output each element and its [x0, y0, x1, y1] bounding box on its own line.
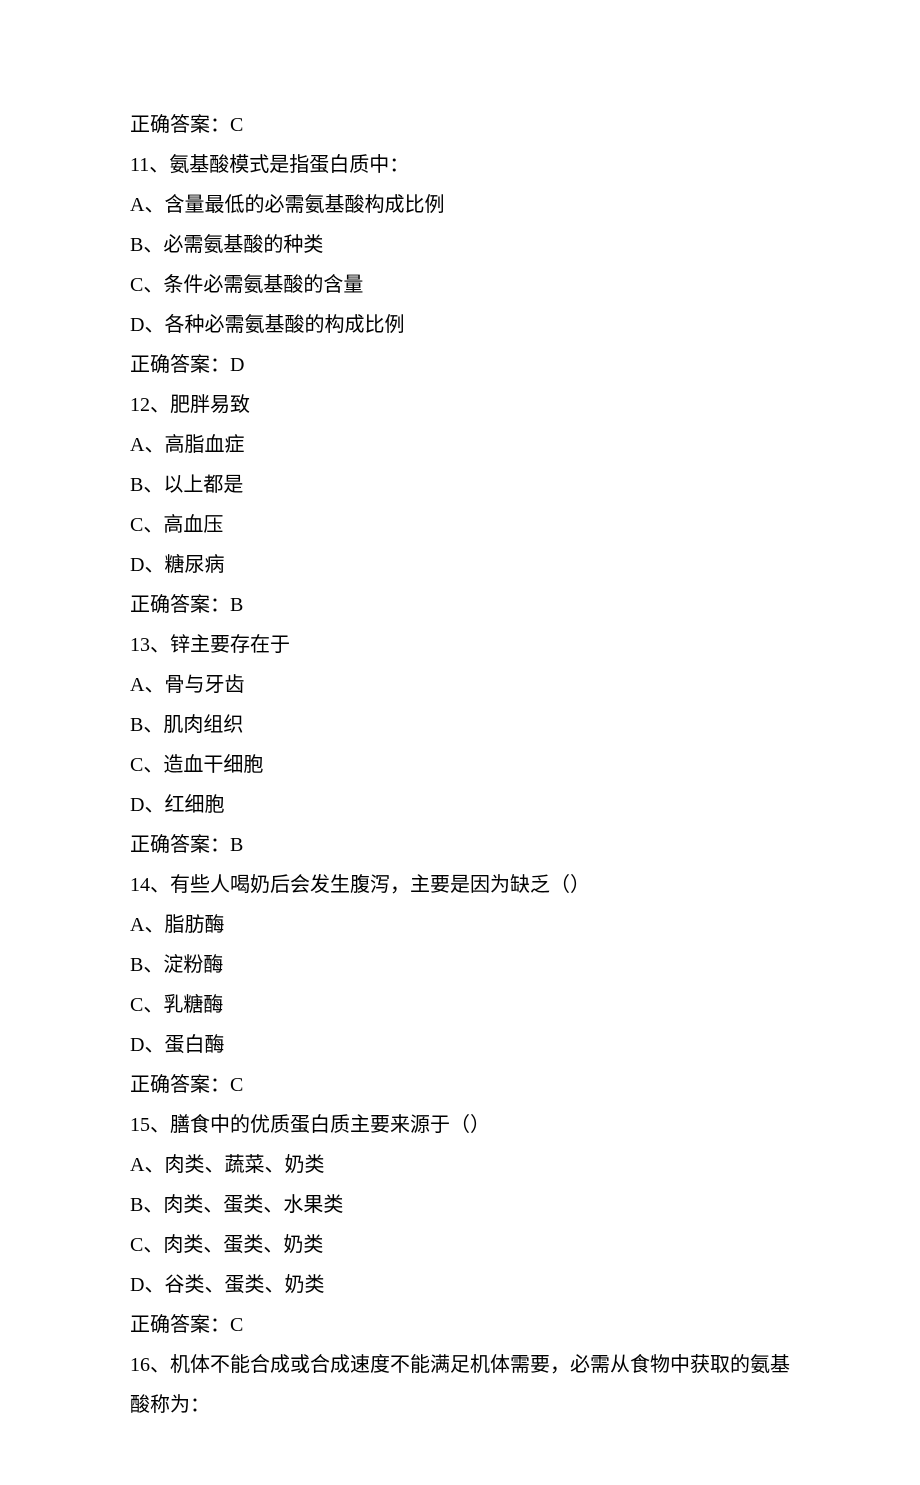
answer-line: 正确答案：C	[130, 1305, 790, 1345]
option-line: B、必需氨基酸的种类	[130, 225, 790, 265]
question-line: 11、氨基酸模式是指蛋白质中：	[130, 145, 790, 185]
option-line: A、高脂血症	[130, 425, 790, 465]
option-line: C、乳糖酶	[130, 985, 790, 1025]
option-line: C、高血压	[130, 505, 790, 545]
question-line: 14、有些人喝奶后会发生腹泻，主要是因为缺乏（）	[130, 865, 790, 905]
answer-line: 正确答案：D	[130, 345, 790, 385]
answer-line: 正确答案：B	[130, 825, 790, 865]
question-line: 13、锌主要存在于	[130, 625, 790, 665]
question-line: 15、膳食中的优质蛋白质主要来源于（）	[130, 1105, 790, 1145]
option-line: A、骨与牙齿	[130, 665, 790, 705]
question-line: 16、机体不能合成或合成速度不能满足机体需要，必需从食物中获取的氨基酸称为：	[130, 1345, 790, 1425]
option-line: B、以上都是	[130, 465, 790, 505]
document-page: 正确答案：C 11、氨基酸模式是指蛋白质中： A、含量最低的必需氨基酸构成比例 …	[0, 0, 920, 1485]
answer-line: 正确答案：C	[130, 1065, 790, 1105]
answer-line: 正确答案：C	[130, 105, 790, 145]
option-line: D、糖尿病	[130, 545, 790, 585]
option-line: A、含量最低的必需氨基酸构成比例	[130, 185, 790, 225]
option-line: D、蛋白酶	[130, 1025, 790, 1065]
option-line: D、谷类、蛋类、奶类	[130, 1265, 790, 1305]
option-line: A、脂肪酶	[130, 905, 790, 945]
question-line: 12、肥胖易致	[130, 385, 790, 425]
option-line: D、红细胞	[130, 785, 790, 825]
option-line: C、造血干细胞	[130, 745, 790, 785]
option-line: D、各种必需氨基酸的构成比例	[130, 305, 790, 345]
answer-line: 正确答案：B	[130, 585, 790, 625]
option-line: C、肉类、蛋类、奶类	[130, 1225, 790, 1265]
option-line: B、肉类、蛋类、水果类	[130, 1185, 790, 1225]
option-line: C、条件必需氨基酸的含量	[130, 265, 790, 305]
option-line: B、淀粉酶	[130, 945, 790, 985]
option-line: A、肉类、蔬菜、奶类	[130, 1145, 790, 1185]
option-line: B、肌肉组织	[130, 705, 790, 745]
